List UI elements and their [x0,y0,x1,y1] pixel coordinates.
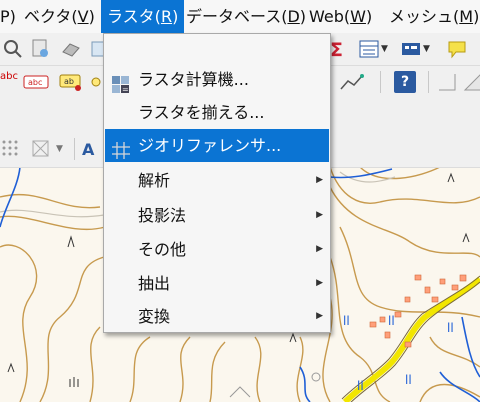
menu-item-label: 抽出 [138,274,171,293]
svg-text:ab: ab [64,77,74,86]
menu-raster[interactable]: ラスタ(R) [101,0,185,33]
chevron-down-icon[interactable]: ▼ [381,38,391,60]
menu-item-label: ジオリファレンサ... [138,136,282,155]
menu-item-analysis[interactable]: 解析 ▶ [105,164,329,197]
identify-features-icon[interactable] [30,38,52,60]
svg-text:ll: ll [343,314,350,328]
submenu-arrow-icon: ▶ [316,175,323,185]
menu-item-conversion[interactable]: 変換 ▶ [105,300,329,333]
select-features-icon[interactable] [60,38,82,60]
label-tool-icon[interactable] [90,71,102,93]
pan-map-icon[interactable] [2,38,24,60]
menu-mesh[interactable]: メッシュ(M) [383,0,480,33]
label-abc-icon[interactable]: abc [0,71,22,93]
menu-database[interactable]: データベース(D) [180,0,312,33]
menu-vector[interactable]: ベクタ(V) [18,0,101,33]
statistics-sigma-icon[interactable]: Σ [330,39,352,61]
submenu-arrow-icon: ▶ [316,278,323,288]
svg-text:ll: ll [357,379,364,393]
menu-item-label: ラスタを揃える... [138,103,265,122]
menu-item-label: 変換 [138,307,171,326]
menu-bar: P) ベクタ(V) ラスタ(R) データベース(D) Web(W) メッシュ(M… [0,0,480,33]
measure-area-icon[interactable] [462,71,480,93]
attribute-table-icon[interactable] [358,38,380,60]
help-icon[interactable]: ? [394,71,416,93]
chevron-down-icon[interactable]: ▼ [56,138,66,160]
text-annotation-icon[interactable]: A [82,138,104,160]
georeferencer-icon [112,137,130,159]
menu-item-label: 投影法 [138,206,187,225]
svg-text:=: = [122,85,129,93]
menu-item-extraction[interactable]: 抽出 ▶ [105,267,329,300]
move-label-icon[interactable] [338,71,368,93]
map-tips-icon[interactable] [446,38,468,60]
menu-item-projections[interactable]: 投影法 ▶ [105,199,329,232]
chevron-down-icon[interactable]: ▼ [423,38,433,60]
field-calculator-icon[interactable] [400,38,422,60]
svg-text:ll: ll [447,321,454,335]
menu-item-miscellaneous[interactable]: その他 ▶ [105,233,329,266]
measure-angle-icon[interactable] [436,71,458,93]
menu-item-label: その他 [138,240,187,259]
menu-web[interactable]: Web(W) [303,0,378,33]
menu-item-label: 解析 [138,171,171,190]
menu-item-georeferencer[interactable]: ジオリファレンサ... [105,129,329,162]
menu-item-align-rasters[interactable]: ラスタを揃える... [105,96,329,129]
submenu-arrow-icon: ▶ [316,210,323,220]
snapping-grid-icon[interactable] [0,138,22,160]
raster-calculator-icon: = [112,71,130,94]
label-ab-pin-icon[interactable]: ab [58,71,88,93]
raster-menu-dropdown: = ラスタ計算機... ラスタを揃える... ジオリファレンサ... 解析 ▶ … [103,33,331,333]
label-abc-red-icon[interactable]: abc [22,71,52,93]
svg-text:ll: ll [388,314,395,328]
chevron-down-icon[interactable] [472,38,480,60]
svg-text:ll: ll [405,373,412,387]
digitizing-shape-icon[interactable] [30,138,52,160]
submenu-arrow-icon: ▶ [316,244,323,254]
svg-text:abc: abc [28,78,42,87]
menu-item-label: ラスタ計算機... [138,70,249,89]
submenu-arrow-icon: ▶ [316,311,323,321]
menu-item-raster-calculator[interactable]: = ラスタ計算機... [105,63,329,96]
